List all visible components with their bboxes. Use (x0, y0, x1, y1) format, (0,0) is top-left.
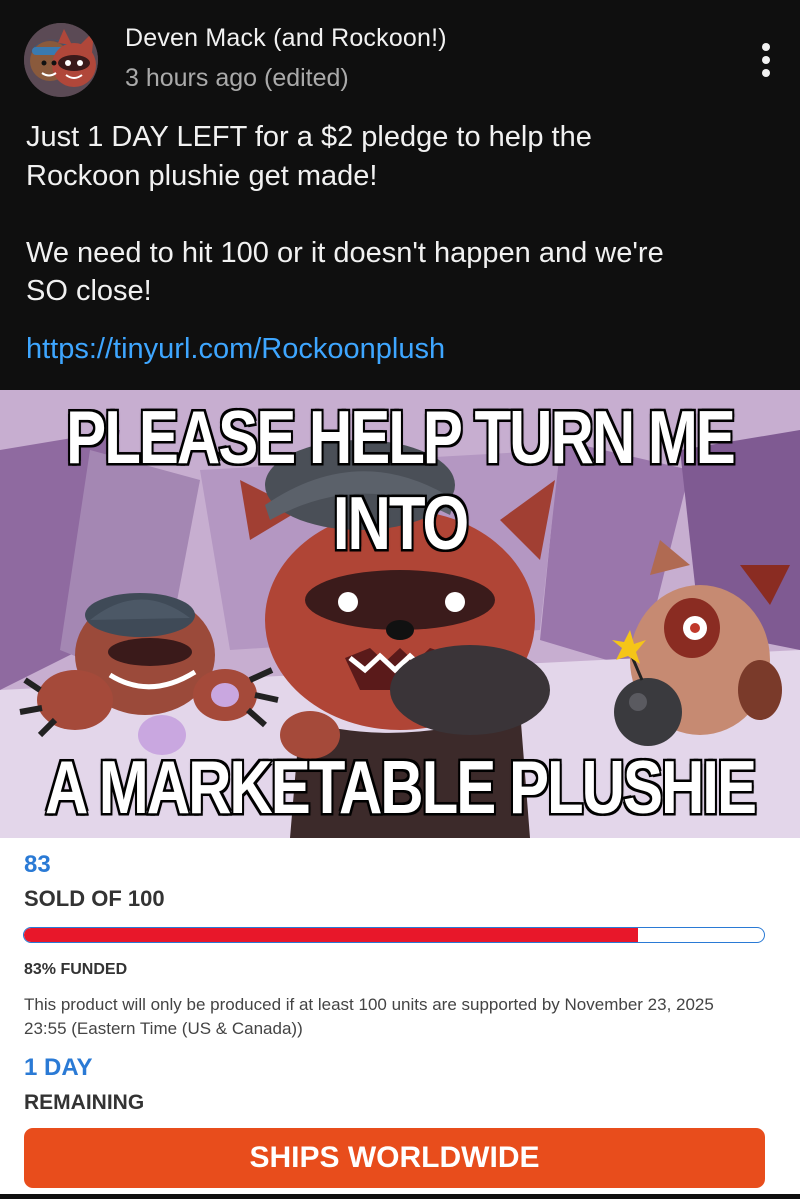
post-text: Just 1 DAY LEFT for a $2 pledge to help … (26, 121, 664, 307)
post-image[interactable]: PLEASE HELP TURN ME INTO A MARKETABLE PL… (0, 390, 800, 838)
post-link[interactable]: https://tinyurl.com/Rockoonplush (26, 333, 445, 366)
deadline-notice: This product will only be produced if at… (24, 995, 714, 1038)
funding-progress-bar (23, 927, 765, 943)
ships-worldwide-button[interactable]: SHIPS WORLDWIDE (24, 1128, 765, 1188)
remaining-label: REMAINING (24, 1091, 145, 1114)
avatar[interactable] (24, 23, 98, 97)
days-left: 1 DAY (24, 1054, 93, 1081)
post-timestamp: 3 hours ago (edited) (125, 64, 349, 92)
sold-count: 83 (24, 851, 51, 878)
campaign-card: 83 SOLD OF 100 83% FUNDED This product w… (0, 838, 800, 1194)
sold-of-label: SOLD OF 100 (24, 886, 165, 911)
community-post: Deven Mack (and Rockoon!) 3 hours ago (e… (0, 0, 800, 390)
post-author[interactable]: Deven Mack (and Rockoon!) (125, 24, 447, 53)
bottom-divider (0, 1194, 800, 1199)
more-vertical-icon[interactable] (748, 38, 784, 82)
funded-percent: 83% FUNDED (24, 961, 128, 978)
meme-top-caption: PLEASE HELP TURN ME INTO (65, 393, 738, 567)
meme-bottom-caption: A MARKETABLE PLUSHIE (44, 743, 759, 831)
funding-progress-fill (24, 928, 639, 942)
